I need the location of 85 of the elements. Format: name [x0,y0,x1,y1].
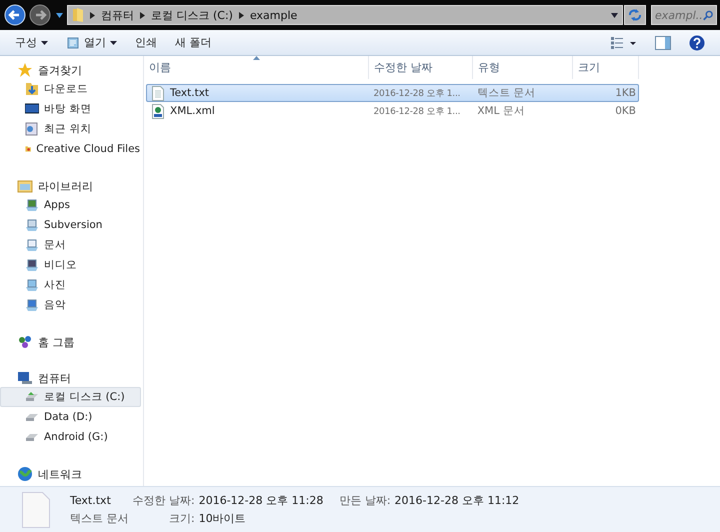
sidebar-item[interactable]: Data (D:) [0,407,141,427]
table-cell-text: 0KB [614,105,637,117]
toolbar-button[interactable]: 구성 [8,32,55,53]
desktop-icon [25,102,39,116]
table-cell-text: 2016-12-28 오후 1... [372,106,462,118]
details-view-icon [611,36,637,48]
star-icon [17,62,33,78]
column-header[interactable]: 유형 [473,56,573,79]
detail-label: 만든 날짜: [339,493,391,508]
file-name: Text.txt [170,87,210,99]
file-name: Text.txt [70,494,112,507]
text-file-icon [152,86,164,100]
refresh-button[interactable] [624,5,646,25]
sidebar-item[interactable]: Subversion [0,215,141,235]
refresh-icon [628,9,642,21]
drive-icon [25,390,39,404]
xml-file-icon [152,104,164,118]
sidebar-item[interactable]: 음악 [0,295,141,315]
sidebar-item[interactable]: Apps [0,195,141,215]
library-item-icon [25,198,39,212]
sort-arrow-icon [253,56,260,60]
breadcrumb[interactable]: example [250,8,298,22]
computer-icon [17,370,33,386]
detail-value: 2016-12-28 오후 11:12 [394,493,520,508]
column-header[interactable]: 수정한 날짜 [369,56,473,79]
folder-icon [72,7,84,23]
chevron-icon[interactable] [140,12,145,18]
chevron-icon[interactable] [238,12,244,18]
sidebar-group[interactable]: 홈 그룹 [0,333,143,351]
sidebar-group-label: 컴퓨터 [38,370,71,386]
sidebar-group[interactable]: 컴퓨터 [0,369,143,387]
sidebar-item[interactable]: 문서 [0,235,141,255]
sidebar-item[interactable]: 다운로드 [0,79,141,99]
preview-pane-icon [655,36,671,50]
detail-label: 크기: [168,511,195,526]
sidebar-item[interactable]: 최근 위치 [0,119,141,139]
sidebar-group-label: 즐겨찾기 [38,62,82,78]
detail-value: 10바이트 [198,511,247,526]
text-file-icon [22,492,50,528]
file-row[interactable]: Text.txt 2016-12-28 오후 1... 텍스트 문서 1KB [146,84,639,102]
toolbar-button[interactable]: 열기 [59,32,124,53]
forward-button[interactable] [28,3,52,27]
sidebar-item[interactable]: Creative Cloud Files [0,139,141,159]
sidebar-group-label: 라이브러리 [38,178,93,194]
back-button[interactable] [3,3,27,27]
sidebar-group-label: 네트워크 [38,466,82,482]
table-cell-text: XML 문서 [476,104,526,118]
detail-value: 2016-12-28 오후 11:28 [198,493,324,508]
search-icon [703,8,713,22]
library-item-icon [25,218,39,232]
sidebar-item[interactable]: 로컬 디스크 (C:) [0,387,141,407]
sidebar-item[interactable]: 사진 [0,275,141,295]
sidebar-item[interactable]: Android (G:) [0,427,141,447]
sidebar-group[interactable]: 즐겨찾기 [0,61,143,79]
caret-icon [41,40,48,44]
notepad-icon [66,36,80,48]
column-header[interactable]: 이름 [144,56,369,79]
address-field[interactable]: 컴퓨터 로컬 디스크 (C:) example [67,5,623,25]
toolbar-button[interactable]: 새 폴더 [168,32,218,53]
homegroup-icon [17,334,33,350]
help-icon [689,34,705,50]
caret-icon[interactable] [56,12,63,18]
file-type: 텍스트 문서 [70,511,128,526]
file-name: XML.xml [170,105,215,117]
library-folder-icon [17,178,33,194]
caret-icon [110,40,117,44]
sidebar-group[interactable]: 네트워크 [0,465,143,483]
table-cell-text: 2016-12-28 오후 1... [372,88,462,100]
table-cell-text: 텍스트 문서 [476,86,537,100]
sidebar-item[interactable]: 비디오 [0,255,141,275]
file-row[interactable]: XML.xml 2016-12-28 오후 1... XML 문서 0KB [146,102,639,120]
table-cell-text: 1KB [614,87,637,99]
toolbar-button[interactable]: 인쇄 [128,32,164,53]
search-field[interactable]: exampl... [651,5,717,25]
column-header[interactable]: 크기 [573,56,639,79]
sidebar-item[interactable]: 바탕 화면 [0,99,141,119]
breadcrumb[interactable]: 컴퓨터 [101,8,134,22]
sidebar-group[interactable]: 라이브러리 [0,177,143,195]
download-folder-icon [25,82,39,96]
detail-label: 수정한 날짜: [132,493,195,508]
globe-icon [17,466,33,482]
sidebar-group-label: 홈 그룹 [38,334,74,350]
breadcrumb[interactable]: 로컬 디스크 (C:) [151,8,233,22]
chevron-icon[interactable] [90,12,95,18]
caret-icon[interactable] [611,12,618,18]
